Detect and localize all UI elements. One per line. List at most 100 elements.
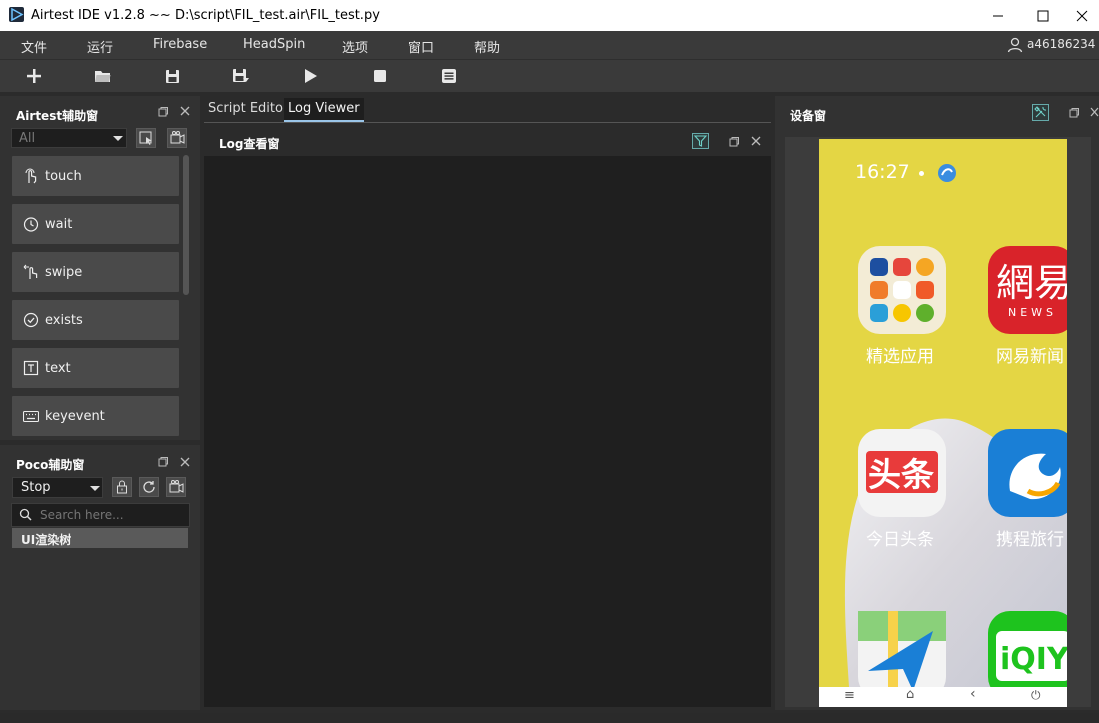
record-button[interactable] <box>166 477 186 497</box>
save-as-icon[interactable] <box>232 67 250 85</box>
window-title: Airtest IDE v1.2.8 ~~ D:\script\FIL_test… <box>31 8 380 23</box>
swipe-icon <box>23 264 39 280</box>
exists-button[interactable]: exists <box>12 300 179 340</box>
float-panel-icon[interactable] <box>158 456 168 470</box>
poco-mode-value: Stop <box>21 480 51 495</box>
wallpaper-shape <box>844 418 1067 687</box>
open-folder-icon[interactable] <box>94 67 112 85</box>
device-screen[interactable]: 16:27 精选应用 網易 NEWS 网易新闻 头条 今日头条 携程旅行 iQI… <box>819 139 1067 687</box>
device-nav-bar: ≡ ⌂ ‹ ⏻ <box>819 686 1067 707</box>
ui-tree-root-label: UI渲染树 <box>21 533 72 547</box>
airtest-logo-icon <box>9 7 24 22</box>
keyevent-button[interactable]: keyevent <box>12 396 179 436</box>
power-nav-icon[interactable]: ⏻ <box>1031 688 1041 703</box>
new-icon[interactable] <box>25 67 43 85</box>
menu-run[interactable]: 运行 <box>87 37 113 56</box>
search-input[interactable] <box>40 506 180 524</box>
tab-script-editor[interactable]: Script Editor <box>204 98 292 122</box>
device-panel-title: 设备窗 <box>790 109 827 123</box>
poco-search[interactable] <box>11 503 190 527</box>
close-panel-icon[interactable] <box>180 456 190 470</box>
airtest-filter-select[interactable]: All <box>11 128 127 148</box>
swipe-label: swipe <box>45 265 83 280</box>
ctrip-icon[interactable] <box>988 429 1067 517</box>
swipe-button[interactable]: swipe <box>12 252 179 292</box>
minimize-button[interactable] <box>975 0 1021 31</box>
touch-icon <box>23 168 39 184</box>
menu-window[interactable]: 窗口 <box>408 37 434 56</box>
clock-icon <box>23 216 39 232</box>
clock-time: 16:27 <box>855 161 910 183</box>
svg-text:網易: 網易 <box>996 261 1067 305</box>
maps-icon[interactable] <box>858 611 946 687</box>
menu-bar: 文件 运行 Firebase HeadSpin 选项 窗口 帮助 a461862… <box>0 31 1099 59</box>
float-panel-icon[interactable] <box>1069 107 1079 121</box>
ui-tree-root[interactable]: UI渲染树 <box>12 528 188 548</box>
play-icon[interactable] <box>302 67 320 85</box>
exists-label: exists <box>45 313 83 328</box>
close-panel-icon[interactable] <box>1090 106 1099 120</box>
log-icon[interactable] <box>440 67 458 85</box>
search-icon <box>19 508 32 525</box>
airtest-panel-title: Airtest辅助窗 <box>16 109 99 123</box>
close-panel-icon[interactable] <box>751 135 761 149</box>
app-label: 网易新闻 <box>996 347 1064 367</box>
tools-icon[interactable] <box>1032 104 1049 121</box>
back-nav-icon[interactable]: ‹ <box>970 686 976 702</box>
text-label: text <box>45 361 71 376</box>
status-bar <box>0 713 1099 723</box>
maximize-button[interactable] <box>1020 0 1066 31</box>
chevron-down-icon <box>113 132 123 147</box>
svg-text:NEWS: NEWS <box>1008 306 1057 319</box>
poco-mode-select[interactable]: Stop <box>12 477 103 498</box>
svg-text:头条: 头条 <box>868 455 934 494</box>
app-folder-icon[interactable] <box>858 246 946 334</box>
lock-button[interactable] <box>112 477 132 497</box>
touch-button[interactable]: touch <box>12 156 179 196</box>
check-circle-icon <box>23 312 39 328</box>
touch-label: touch <box>45 169 82 184</box>
app-label: 精选应用 <box>866 347 934 367</box>
wait-button[interactable]: wait <box>12 204 179 244</box>
menu-firebase[interactable]: Firebase <box>153 37 207 52</box>
home-nav-icon[interactable]: ⌂ <box>906 687 914 702</box>
filter-value: All <box>19 131 36 146</box>
iqiyi-icon[interactable]: iQIY <box>988 611 1067 687</box>
close-window-button[interactable] <box>1065 0 1099 31</box>
chevron-down-icon <box>90 482 100 497</box>
filter-icon[interactable] <box>692 133 709 149</box>
keyboard-icon <box>22 408 40 424</box>
log-viewer-content[interactable] <box>204 156 771 707</box>
float-panel-icon[interactable] <box>158 106 168 120</box>
text-button[interactable]: text <box>12 348 179 388</box>
user-icon[interactable] <box>1007 37 1023 57</box>
airtest-scrollbar[interactable] <box>183 155 189 295</box>
menu-headspin[interactable]: HeadSpin <box>243 37 305 52</box>
tab-log-viewer[interactable]: Log Viewer <box>284 98 364 122</box>
save-icon[interactable] <box>163 67 181 85</box>
close-panel-icon[interactable] <box>180 105 190 119</box>
menu-help[interactable]: 帮助 <box>474 37 500 56</box>
stop-icon[interactable] <box>371 67 389 85</box>
menu-nav-icon[interactable]: ≡ <box>844 688 855 703</box>
notification-dot <box>919 171 924 176</box>
toutiao-icon[interactable]: 头条 <box>858 429 946 517</box>
select-area-button[interactable] <box>136 128 156 148</box>
user-name[interactable]: a46186234 <box>1027 37 1095 51</box>
menu-options[interactable]: 选项 <box>342 37 368 56</box>
tab-divider <box>204 122 771 123</box>
app-label: 今日头条 <box>866 530 934 550</box>
app-label: 携程旅行 <box>996 530 1064 550</box>
text-icon <box>23 360 39 376</box>
refresh-button[interactable] <box>139 477 159 497</box>
svg-text:iQIY: iQIY <box>1000 642 1067 677</box>
netease-news-icon[interactable]: 網易 NEWS <box>988 246 1067 334</box>
menu-file[interactable]: 文件 <box>21 37 47 56</box>
log-panel-title: Log查看窗 <box>219 137 280 151</box>
toolbar <box>0 59 1099 92</box>
record-button[interactable] <box>167 128 187 148</box>
keyevent-label: keyevent <box>45 409 105 424</box>
browser-status-icon <box>937 163 957 187</box>
wait-label: wait <box>45 217 73 232</box>
float-panel-icon[interactable] <box>729 136 739 150</box>
